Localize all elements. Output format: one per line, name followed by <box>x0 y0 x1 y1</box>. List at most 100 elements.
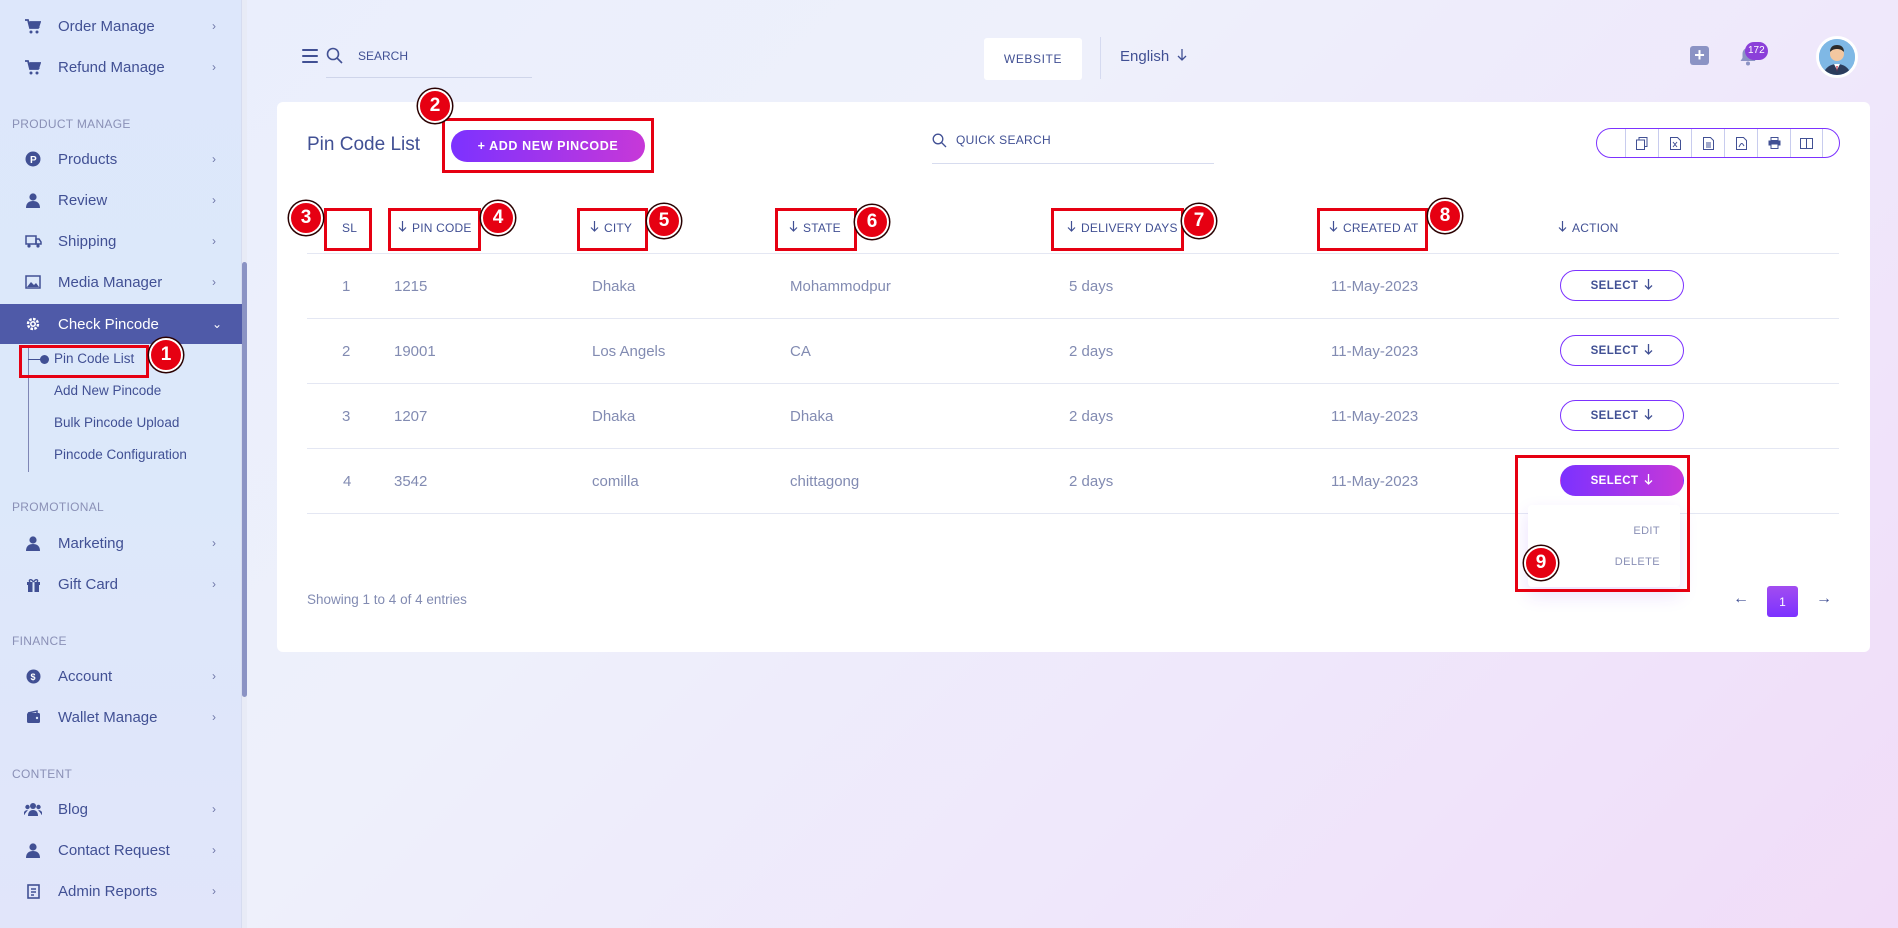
sidebar-section-content: CONTENT <box>12 767 73 781</box>
cell-delivery-days: 2 days <box>1069 408 1114 425</box>
annotation-box-7 <box>1051 208 1184 251</box>
hamburger-menu-icon[interactable] <box>302 49 318 63</box>
language-select[interactable]: English <box>1120 48 1187 65</box>
table-row-divider <box>307 448 1839 449</box>
sidebar-section-product: PRODUCT MANAGE <box>12 117 131 131</box>
print-icon[interactable] <box>1757 129 1790 157</box>
pagination-page[interactable]: 1 <box>1767 586 1798 617</box>
chevron-right-icon: › <box>212 710 216 724</box>
add-plus-icon[interactable]: + <box>1690 46 1709 65</box>
column-header-label: ACTION <box>1572 221 1619 235</box>
avatar[interactable] <box>1816 36 1858 78</box>
chevron-down-icon: ⌄ <box>212 317 223 331</box>
sidebar-scrollbar-thumb[interactable] <box>242 262 247 697</box>
sidebar-item-order-manage[interactable]: Order Manage › <box>0 7 242 45</box>
pagination-prev-icon[interactable]: ← <box>1733 590 1749 608</box>
chevron-right-icon: › <box>212 193 216 207</box>
cell-sl: 2 <box>342 343 351 360</box>
columns-icon[interactable] <box>1790 129 1823 157</box>
select-label: SELECT <box>1590 409 1639 422</box>
shipping-icon <box>24 232 42 250</box>
annotation-box-1 <box>19 345 149 378</box>
cell-sl: 1 <box>342 278 351 295</box>
table-entries-info: Showing 1 to 4 of 4 entries <box>307 592 467 607</box>
cell-created-at: 11-May-2023 <box>1331 343 1419 360</box>
sidebar-item-label: Review <box>58 191 108 209</box>
sidebar-item-label: Gift Card <box>58 575 119 593</box>
select-action-button[interactable]: SELECT <box>1560 270 1684 301</box>
copy-icon[interactable] <box>1625 129 1658 157</box>
website-button[interactable]: WEBSITE <box>984 38 1082 80</box>
pdf-icon[interactable] <box>1724 129 1757 157</box>
cell-sl: 3 <box>342 408 351 425</box>
cell-state: chittagong <box>790 473 860 490</box>
chevron-right-icon: › <box>212 152 216 166</box>
sidebar-item-gift-card[interactable]: Gift Card › <box>0 565 242 603</box>
annotation-marker-8: 8 <box>1428 199 1462 233</box>
sidebar-item-label: Check Pincode <box>58 315 159 333</box>
sidebar-item-label: Shipping <box>58 232 117 250</box>
cell-state: CA <box>790 343 811 360</box>
sidebar-item-wallet-manage[interactable]: Wallet Manage › <box>0 698 242 736</box>
sidebar-item-label: Marketing <box>58 534 124 552</box>
sidebar-item-contact-request[interactable]: Contact Request › <box>0 831 242 869</box>
sidebar-item-label: Order Manage <box>58 17 155 35</box>
sidebar-item-media-manager[interactable]: Media Manager › <box>0 263 242 301</box>
cell-sl: 4 <box>343 473 352 490</box>
csv-icon[interactable] <box>1691 129 1724 157</box>
sidebar-item-blog[interactable]: Blog › <box>0 790 242 828</box>
header-search[interactable] <box>326 44 532 78</box>
cell-pin-code: 19001 <box>394 343 436 360</box>
sidebar-item-marketing[interactable]: Marketing › <box>0 524 242 562</box>
quick-search-input[interactable] <box>956 133 1206 147</box>
submenu-item-pincode-configuration[interactable]: Pincode Configuration <box>54 447 187 462</box>
sidebar-item-products[interactable]: P Products › <box>0 140 242 178</box>
select-label: SELECT <box>1590 344 1639 357</box>
wallet-icon <box>24 708 42 726</box>
product-p-icon: P <box>24 150 42 168</box>
cart-icon <box>24 17 42 35</box>
export-button-group <box>1596 128 1840 158</box>
search-input[interactable] <box>358 49 528 63</box>
sidebar-item-admin-reports[interactable]: Admin Reports › <box>0 872 242 910</box>
select-action-button[interactable]: SELECT <box>1560 335 1684 366</box>
submenu-item-bulk-pincode-upload[interactable]: Bulk Pincode Upload <box>54 415 179 430</box>
arrow-down-icon <box>1177 48 1187 65</box>
cell-delivery-days: 2 days <box>1069 343 1114 360</box>
sidebar-item-label: Blog <box>58 800 89 818</box>
cell-created-at: 11-May-2023 <box>1331 278 1419 295</box>
submenu-item-add-new-pincode[interactable]: Add New Pincode <box>54 383 161 398</box>
sidebar-item-review[interactable]: Review › <box>0 181 242 219</box>
user-icon <box>24 534 42 552</box>
sidebar-item-refund-manage[interactable]: Refund Manage › <box>0 48 242 86</box>
excel-icon[interactable] <box>1658 129 1691 157</box>
chevron-right-icon: › <box>212 60 216 74</box>
cell-state: Mohammodpur <box>790 278 891 295</box>
sidebar-section-finance: FINANCE <box>12 634 67 648</box>
chevron-right-icon: › <box>212 669 216 683</box>
sidebar-item-label: Media Manager <box>58 273 163 291</box>
cell-delivery-days: 2 days <box>1069 473 1114 490</box>
column-header-action[interactable]: ACTION <box>1558 221 1619 235</box>
pagination-next-icon[interactable]: → <box>1816 590 1832 608</box>
sidebar-item-shipping[interactable]: Shipping › <box>0 222 242 260</box>
table-header-divider <box>307 253 1839 254</box>
svg-text:$: $ <box>30 672 35 682</box>
chevron-right-icon: › <box>212 536 216 550</box>
chevron-right-icon: › <box>212 577 216 591</box>
sidebar-item-account[interactable]: $ Account › <box>0 657 242 695</box>
user-icon <box>24 841 42 859</box>
header-divider <box>1100 37 1101 79</box>
coin-icon: $ <box>24 667 42 685</box>
quick-search[interactable] <box>932 130 1214 164</box>
chevron-right-icon: › <box>212 234 216 248</box>
user-icon <box>24 191 42 209</box>
select-action-button[interactable]: SELECT <box>1560 400 1684 431</box>
chevron-right-icon: › <box>212 802 216 816</box>
annotation-marker-3: 3 <box>289 201 323 235</box>
cell-created-at: 11-May-2023 <box>1331 408 1419 425</box>
sidebar-item-check-pincode[interactable]: Check Pincode ⌄ <box>0 304 242 344</box>
sidebar-section-promotional: PROMOTIONAL <box>12 500 104 514</box>
annotation-marker-6: 6 <box>855 205 889 239</box>
users-icon <box>24 800 42 818</box>
